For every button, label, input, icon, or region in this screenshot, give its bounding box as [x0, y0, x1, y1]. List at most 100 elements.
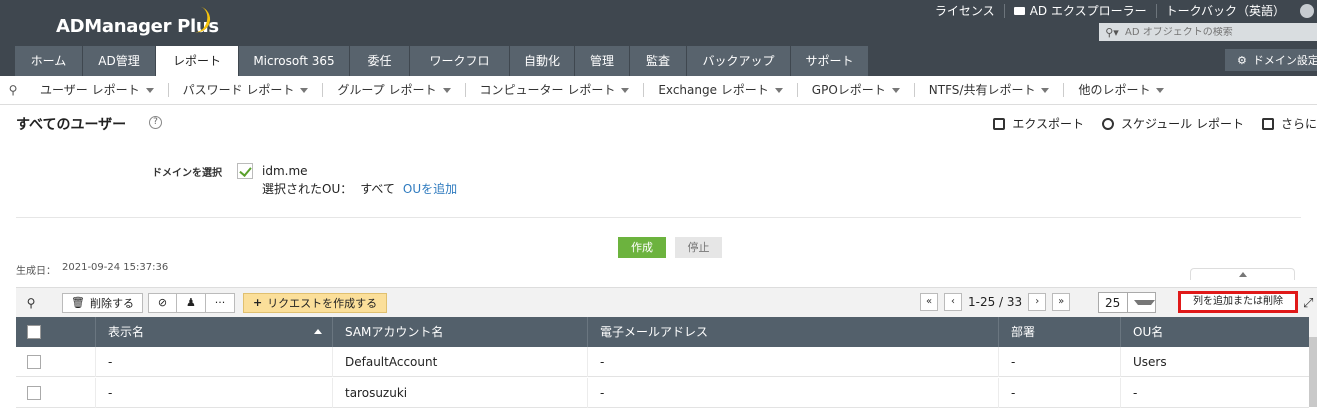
column-email[interactable]: 電子メールアドレス: [588, 317, 999, 347]
subnav-exchange-reports[interactable]: Exchange レポート: [643, 83, 796, 97]
table-row[interactable]: - tarosuzuki - - -: [16, 378, 1309, 408]
sort-ascending-icon: [314, 329, 322, 334]
cell-sam-account: tarosuzuki: [333, 378, 588, 408]
move-user-button[interactable]: ♟: [176, 292, 206, 313]
cell-ou-name: -: [1133, 386, 1138, 400]
top-links: ライセンス AD エクスプローラー トークバック（英語）: [926, 3, 1317, 19]
search-icon[interactable]: ⚲▾: [1099, 23, 1125, 41]
more-actions-button[interactable]: ···: [205, 292, 235, 313]
chevron-down-icon: [442, 87, 451, 93]
report-search-icon[interactable]: ⚲: [0, 83, 26, 97]
next-page-button[interactable]: ›: [1028, 293, 1047, 311]
subnav-user-reports[interactable]: ユーザー レポート: [26, 83, 168, 97]
ad-explorer-link-label: AD エクスプローラー: [1029, 4, 1147, 18]
tab-admin[interactable]: 管理: [575, 46, 630, 76]
domain-settings-button[interactable]: ⚙ ドメイン設定: [1225, 49, 1317, 71]
generated-label: 生成日：: [16, 266, 56, 277]
first-page-button[interactable]: «: [920, 293, 938, 311]
add-remove-columns-button[interactable]: 列を追加または削除: [1178, 291, 1298, 313]
chevron-down-icon: [891, 87, 900, 93]
subnav-group-reports[interactable]: グループ レポート: [322, 83, 464, 97]
user-move-icon: ♟: [186, 296, 196, 309]
disable-button[interactable]: ⊘: [147, 292, 177, 313]
schedule-report-button[interactable]: スケジュール レポート: [1102, 115, 1244, 132]
help-icon[interactable]: ?: [149, 116, 162, 129]
subnav-label: 他のレポート: [1078, 83, 1151, 97]
table-row[interactable]: - DefaultAccount - - Users: [16, 347, 1309, 377]
stop-button[interactable]: 停止: [675, 237, 722, 258]
top-bar: ADManager Plus ライセンス AD エクスプローラー トークバック（…: [0, 0, 1317, 98]
column-sam-account[interactable]: SAMアカウント名: [333, 317, 588, 347]
more-button[interactable]: さらに: [1261, 115, 1317, 132]
fullscreen-icon[interactable]: ⤢: [1303, 296, 1313, 311]
alarm-clock-icon: [1102, 117, 1114, 130]
create-button[interactable]: 作成: [618, 237, 666, 258]
user-avatar-icon[interactable]: [1300, 4, 1314, 18]
add-ou-link[interactable]: OUを追加: [403, 180, 457, 197]
subnav-computer-reports[interactable]: コンピューター レポート: [464, 83, 644, 97]
subnav-other-reports[interactable]: 他のレポート: [1063, 83, 1178, 97]
main-nav: ホーム AD管理 レポート Microsoft 365 委任 ワークフロー 自動…: [15, 46, 869, 98]
table-search-icon[interactable]: ⚲: [16, 296, 46, 310]
tab-audit[interactable]: 監査: [630, 46, 687, 76]
tab-microsoft365[interactable]: Microsoft 365: [239, 46, 350, 76]
export-button[interactable]: エクスポート: [993, 115, 1084, 132]
tab-ad-management[interactable]: AD管理: [83, 46, 156, 76]
tab-backup[interactable]: バックアップ: [687, 46, 791, 76]
talkback-link-label: トークバック（英語）: [1165, 4, 1285, 18]
subnav-ntfs-reports[interactable]: NTFS/共有レポート: [913, 83, 1064, 97]
last-page-button[interactable]: »: [1052, 293, 1071, 311]
schedule-report-label: スケジュール レポート: [1121, 117, 1244, 131]
chevron-down-icon: [774, 87, 783, 93]
cell-display-name: -: [96, 347, 333, 377]
pagination: « ‹ 1-25 / 33 › »: [920, 293, 1071, 311]
select-all-checkbox[interactable]: [27, 325, 41, 339]
scrollbar-thumb[interactable]: [1309, 337, 1317, 407]
row-checkbox[interactable]: [27, 355, 41, 369]
subnav-label: Exchange レポート: [658, 83, 769, 97]
report-subnav: ⚲ ユーザー レポート パスワード レポート グループ レポート コンピューター…: [0, 76, 1317, 105]
domain-select-label: ドメインを選択: [152, 168, 222, 179]
generated-date: 生成日： 2021-09-24 15:37:36: [16, 262, 168, 277]
delete-label: 削除する: [89, 296, 134, 310]
row-checkbox[interactable]: [27, 386, 41, 400]
column-label: SAMアカウント名: [345, 325, 444, 339]
cell-department: -: [999, 378, 1121, 408]
tab-automation[interactable]: 自動化: [510, 46, 575, 76]
page-title: すべてのユーザー: [16, 117, 127, 133]
tab-reports[interactable]: レポート: [156, 46, 239, 76]
tab-workflow[interactable]: ワークフロー: [410, 46, 510, 98]
chevron-down-icon: [1156, 87, 1165, 93]
tab-home[interactable]: ホーム: [15, 46, 83, 76]
subnav-label: ユーザー レポート: [40, 83, 140, 97]
folder-icon: [1013, 7, 1025, 15]
tab-delegation[interactable]: 委任: [350, 46, 410, 76]
column-label: 部署: [1011, 325, 1036, 339]
delete-button[interactable]: 🗑 削除する: [62, 292, 143, 313]
column-display-name[interactable]: 表示名: [96, 317, 333, 347]
ad-object-search-input[interactable]: [1125, 26, 1305, 38]
select-all-cell: [16, 317, 96, 347]
plus-icon: +: [252, 296, 263, 309]
talkback-link[interactable]: トークバック（英語）: [1157, 4, 1294, 18]
subnav-password-reports[interactable]: パスワード レポート: [167, 83, 323, 97]
subnav-gpo-reports[interactable]: GPOレポート: [796, 83, 914, 97]
generated-value: 2021-09-24 15:37:36: [62, 262, 169, 273]
gear-icon: ⚙: [1237, 53, 1247, 67]
chevron-up-icon: [1238, 272, 1247, 277]
ad-explorer-link[interactable]: AD エクスプローラー: [1005, 4, 1157, 18]
collapse-filter-handle[interactable]: [1190, 268, 1295, 280]
create-request-button[interactable]: + リクエストを作成する: [242, 292, 388, 313]
tab-support[interactable]: サポート: [791, 46, 869, 76]
prev-page-button[interactable]: ‹: [944, 293, 962, 311]
column-department[interactable]: 部署: [999, 317, 1121, 347]
column-ou-name[interactable]: OU名: [1121, 317, 1309, 347]
license-link-label: ライセンス: [934, 4, 995, 18]
license-link[interactable]: ライセンス: [926, 4, 1005, 18]
domain-checkbox[interactable]: [237, 163, 253, 179]
report-actions: エクスポート スケジュール レポート さらに: [993, 115, 1317, 132]
create-request-label: リクエストを作成する: [267, 296, 378, 310]
page-size-select[interactable]: 25: [1098, 292, 1156, 313]
selected-ou-value: すべて: [360, 182, 395, 196]
table-scrollbar[interactable]: [1309, 317, 1317, 407]
